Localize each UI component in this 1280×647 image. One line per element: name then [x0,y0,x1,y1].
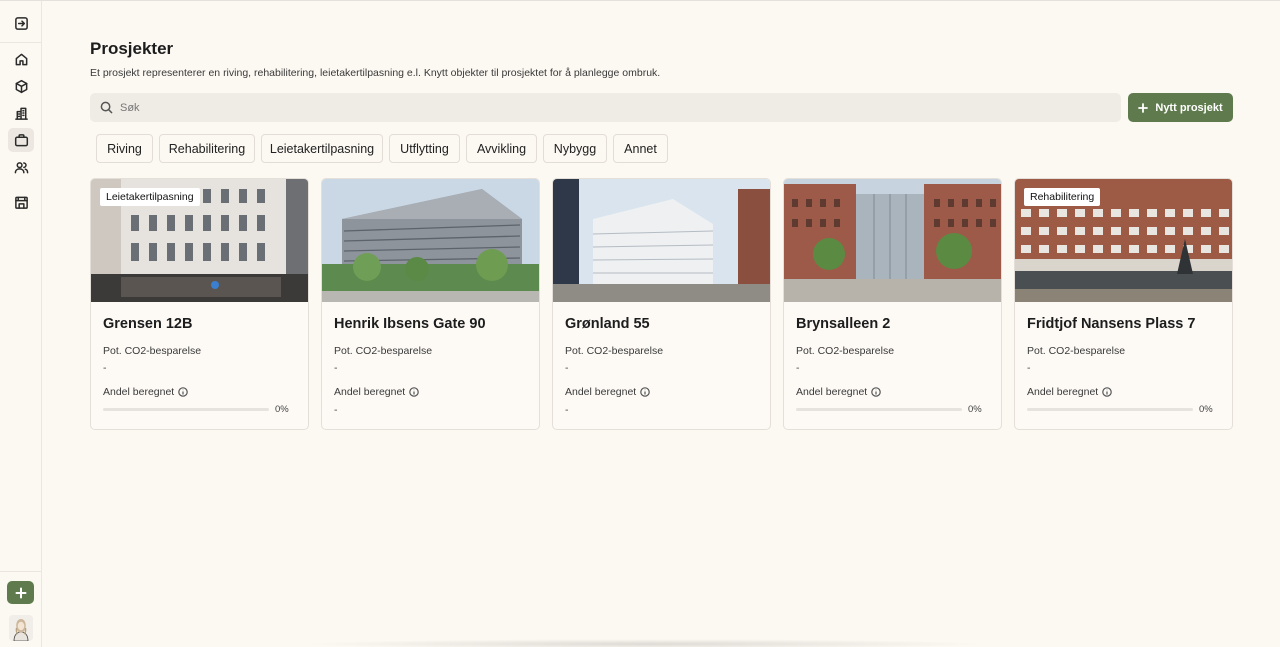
collapse-icon[interactable] [8,11,34,35]
sidebar-divider-bottom [0,571,41,572]
new-project-label: Nytt prosjekt [1155,101,1223,114]
filter-chip-leietakertilpasning[interactable]: Leietakertilpasning [261,134,383,163]
filter-chip-rehabilitering[interactable]: Rehabilitering [159,134,255,163]
project-image [322,179,539,302]
andel-label: Andel beregnet [796,386,868,398]
andel-progress-bar [103,408,269,411]
co2-label: Pot. CO2-besparelse [796,345,895,357]
co2-value: - [565,362,569,374]
project-card[interactable]: Rehabilitering Fridtjof Nansens Plass 7 … [1014,178,1233,430]
andel-label: Andel beregnet [1027,386,1099,398]
filter-chip-utflytting[interactable]: Utflytting [389,134,460,163]
andel-value: - [565,404,569,416]
andel-value: 0% [968,404,982,415]
bottom-shadow [300,639,990,647]
project-type-badge: Rehabilitering [1024,188,1101,206]
co2-label: Pot. CO2-besparelse [565,345,664,357]
co2-label: Pot. CO2-besparelse [1027,345,1126,357]
users-icon[interactable] [8,155,34,179]
andel-value: 0% [1199,404,1213,415]
andel-label-row: Andel beregnet [796,386,882,398]
co2-label: Pot. CO2-besparelse [334,345,433,357]
search-input[interactable] [120,101,1020,114]
andel-label-row: Andel beregnet [1027,386,1113,398]
project-card[interactable]: Leietakertilpasning Grensen 12B Pot. CO2… [90,178,309,430]
info-icon[interactable] [409,387,420,397]
filter-chip-avvikling[interactable]: Avvikling [466,134,537,163]
andel-label-row: Andel beregnet [565,386,651,398]
co2-value: - [1027,362,1031,374]
project-title: Grensen 12B [103,316,193,332]
info-icon[interactable] [640,387,651,397]
andel-progress-bar [1027,408,1193,411]
sidebar-divider [0,42,41,43]
plus-icon [15,587,26,598]
project-type-badge: Leietakertilpasning [100,188,200,206]
sidebar [0,1,42,647]
home-icon[interactable] [8,47,34,71]
co2-label: Pot. CO2-besparelse [103,345,202,357]
andel-label: Andel beregnet [334,386,406,398]
andel-label-row: Andel beregnet [103,386,189,398]
co2-value: - [796,362,800,374]
project-title: Henrik Ibsens Gate 90 [334,316,486,332]
info-icon[interactable] [1102,387,1113,397]
co2-value: - [103,362,107,374]
filter-chip-nybygg[interactable]: Nybygg [543,134,607,163]
search-bar[interactable] [90,93,1121,122]
add-button[interactable] [7,581,34,604]
project-title: Fridtjof Nansens Plass 7 [1027,316,1196,332]
info-icon[interactable] [178,387,189,397]
page-title: Prosjekter [90,39,174,58]
new-project-button[interactable]: Nytt prosjekt [1128,93,1233,122]
project-image [784,179,1001,302]
andel-label: Andel beregnet [565,386,637,398]
project-card[interactable]: Henrik Ibsens Gate 90 Pot. CO2-besparels… [321,178,540,430]
avatar[interactable] [9,615,33,641]
plus-icon [1138,102,1149,113]
briefcase-icon[interactable] [8,128,34,152]
project-image [553,179,770,302]
box-icon[interactable] [8,74,34,98]
co2-value: - [334,362,338,374]
andel-label: Andel beregnet [103,386,175,398]
project-title: Brynsalleen 2 [796,316,891,332]
andel-label-row: Andel beregnet [334,386,420,398]
project-card[interactable]: Grønland 55 Pot. CO2-besparelse - Andel … [552,178,771,430]
andel-value: 0% [275,404,289,415]
andel-value: - [334,404,338,416]
store-icon[interactable] [8,190,34,214]
search-icon [100,101,113,114]
page-subtitle: Et prosjekt representerer en riving, reh… [90,67,661,79]
andel-progress-bar [796,408,962,411]
info-icon[interactable] [871,387,882,397]
filter-chip-riving[interactable]: Riving [96,134,153,163]
buildings-icon[interactable] [8,101,34,125]
filter-chip-annet[interactable]: Annet [613,134,668,163]
project-card[interactable]: Brynsalleen 2 Pot. CO2-besparelse - Ande… [783,178,1002,430]
project-title: Grønland 55 [565,316,650,332]
